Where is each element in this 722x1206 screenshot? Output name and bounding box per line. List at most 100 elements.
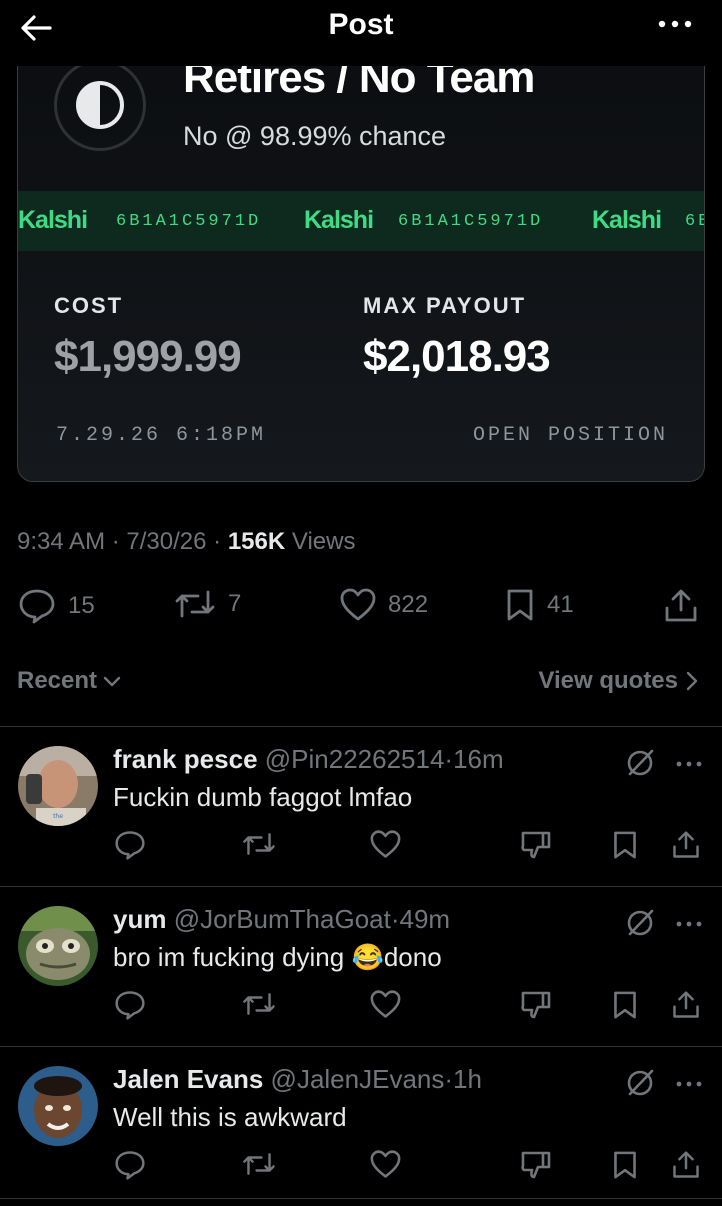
avatar[interactable] <box>18 1066 98 1146</box>
post-time: 9:34 AM <box>17 528 106 555</box>
share-button[interactable] <box>672 830 700 860</box>
author-name[interactable]: Jalen Evans <box>113 1064 263 1094</box>
divider <box>0 1198 722 1199</box>
ticker-code: 6B1A1C5971D <box>116 212 262 231</box>
bookmark-icon <box>614 831 636 859</box>
more-options-button[interactable] <box>658 17 692 31</box>
reply-icon <box>115 991 145 1020</box>
market-logo <box>54 59 146 151</box>
dislike-button[interactable] <box>520 830 552 860</box>
share-icon <box>665 589 697 622</box>
cost-value: $1,999.99 <box>54 332 242 381</box>
ticker-strip: Kalshi 6B1A1C5971D Kalshi 6B1A1C5971D Ka… <box>18 191 704 251</box>
bookmark-action[interactable]: 41 <box>505 588 574 622</box>
reply-item[interactable]: the frank pesce @Pin22262514·16m Fuckin … <box>0 726 722 886</box>
reply-time: 49m <box>399 904 451 934</box>
views-count: 156K <box>227 528 286 555</box>
share-icon <box>673 831 699 858</box>
reply-author-line: Jalen Evans @JalenJEvans·1h <box>113 1064 482 1094</box>
market-odds: No @ 98.99% chance <box>183 121 447 151</box>
reply-more-button[interactable] <box>676 1080 702 1088</box>
ticker-brand: Kalshi <box>592 206 662 234</box>
reply-more-button[interactable] <box>676 760 702 768</box>
sort-dropdown[interactable]: Recent <box>17 667 121 695</box>
grok-button[interactable] <box>625 748 655 778</box>
dislike-button[interactable] <box>520 1150 552 1180</box>
heart-icon <box>340 588 376 621</box>
share-button[interactable] <box>672 990 700 1020</box>
thumbs-down-icon <box>521 831 551 859</box>
kalshi-position-card[interactable]: Retires / No Team No @ 98.99% chance Kal… <box>17 30 705 482</box>
bookmark-count: 41 <box>547 591 574 618</box>
like-action[interactable]: 822 <box>340 588 428 622</box>
ticker-code: 6B1A1C5971D <box>398 212 544 231</box>
separator: · <box>111 528 120 555</box>
reply-button[interactable] <box>114 1150 146 1180</box>
grok-icon <box>627 749 654 776</box>
share-icon <box>673 991 699 1018</box>
author-handle[interactable]: @Pin22262514 <box>265 744 445 774</box>
views-label: Views <box>291 528 356 555</box>
author-name[interactable]: yum <box>113 904 166 934</box>
repost-button[interactable] <box>242 990 276 1018</box>
grok-button[interactable] <box>625 908 655 938</box>
position-date: 7.29.26 6:18PM <box>56 424 267 447</box>
reply-author-line: yum @JorBumThaGoat·49m <box>113 904 451 934</box>
dislike-button[interactable] <box>520 990 552 1020</box>
avatar-image <box>18 906 98 986</box>
repost-button[interactable] <box>242 1150 276 1178</box>
view-quotes-label: View quotes <box>538 667 678 694</box>
share-button[interactable] <box>672 1150 700 1180</box>
like-button[interactable] <box>370 990 401 1019</box>
reply-item[interactable]: Jalen Evans @JalenJEvans·1h Well this is… <box>0 1046 722 1206</box>
repost-icon <box>175 590 215 618</box>
svg-text:the: the <box>53 813 63 820</box>
share-icon <box>673 1151 699 1178</box>
like-button[interactable] <box>370 830 401 859</box>
bookmark-icon <box>507 589 533 621</box>
reply-icon <box>19 589 55 624</box>
heart-icon <box>370 990 401 1018</box>
reply-button[interactable] <box>114 990 146 1020</box>
reply-text: Well this is awkward <box>113 1102 347 1132</box>
repost-icon <box>243 993 275 1015</box>
position-status: OPEN POSITION <box>472 424 668 447</box>
bookmark-icon <box>614 1151 636 1179</box>
reply-icon <box>115 1151 145 1180</box>
reply-more-button[interactable] <box>676 920 702 928</box>
grok-button[interactable] <box>625 1068 655 1098</box>
avatar[interactable]: the <box>18 746 98 826</box>
reply-icon <box>115 831 145 860</box>
view-quotes-link[interactable]: View quotes <box>538 667 698 695</box>
payout-label: MAX PAYOUT <box>363 293 527 318</box>
author-name[interactable]: frank pesce <box>113 744 258 774</box>
page-title: Post <box>328 8 394 41</box>
author-handle[interactable]: @JorBumThaGoat <box>174 904 391 934</box>
author-handle[interactable]: @JalenJEvans <box>271 1064 445 1094</box>
reply-action[interactable]: 15 <box>18 588 95 624</box>
avatar[interactable] <box>18 906 98 986</box>
repost-icon <box>243 1153 275 1175</box>
bookmark-button[interactable] <box>612 1150 638 1180</box>
like-count: 822 <box>388 591 429 618</box>
reply-button[interactable] <box>114 830 146 860</box>
ellipsis-icon <box>676 921 702 927</box>
thumbs-down-icon <box>521 1151 551 1179</box>
bookmark-button[interactable] <box>612 990 638 1020</box>
repost-icon <box>243 833 275 855</box>
bookmark-button[interactable] <box>612 830 638 860</box>
repost-button[interactable] <box>242 830 276 858</box>
heart-icon <box>370 830 401 858</box>
reply-time: 16m <box>453 744 504 774</box>
avatar-image: the <box>18 746 98 826</box>
repost-action[interactable]: 7 <box>174 588 241 620</box>
ellipsis-icon <box>676 761 702 767</box>
like-button[interactable] <box>370 1150 401 1179</box>
reply-text: Fuckin dumb faggot lmfao <box>113 782 413 812</box>
reply-item[interactable]: yum @JorBumThaGoat·49m bro im fucking dy… <box>0 886 722 1046</box>
post-meta: 9:34 AM · 7/30/26 · 156K Views <box>17 528 355 556</box>
repost-count: 7 <box>228 590 242 617</box>
share-button[interactable] <box>664 588 698 624</box>
sort-label: Recent <box>17 667 98 694</box>
avatar-image <box>18 1066 98 1146</box>
